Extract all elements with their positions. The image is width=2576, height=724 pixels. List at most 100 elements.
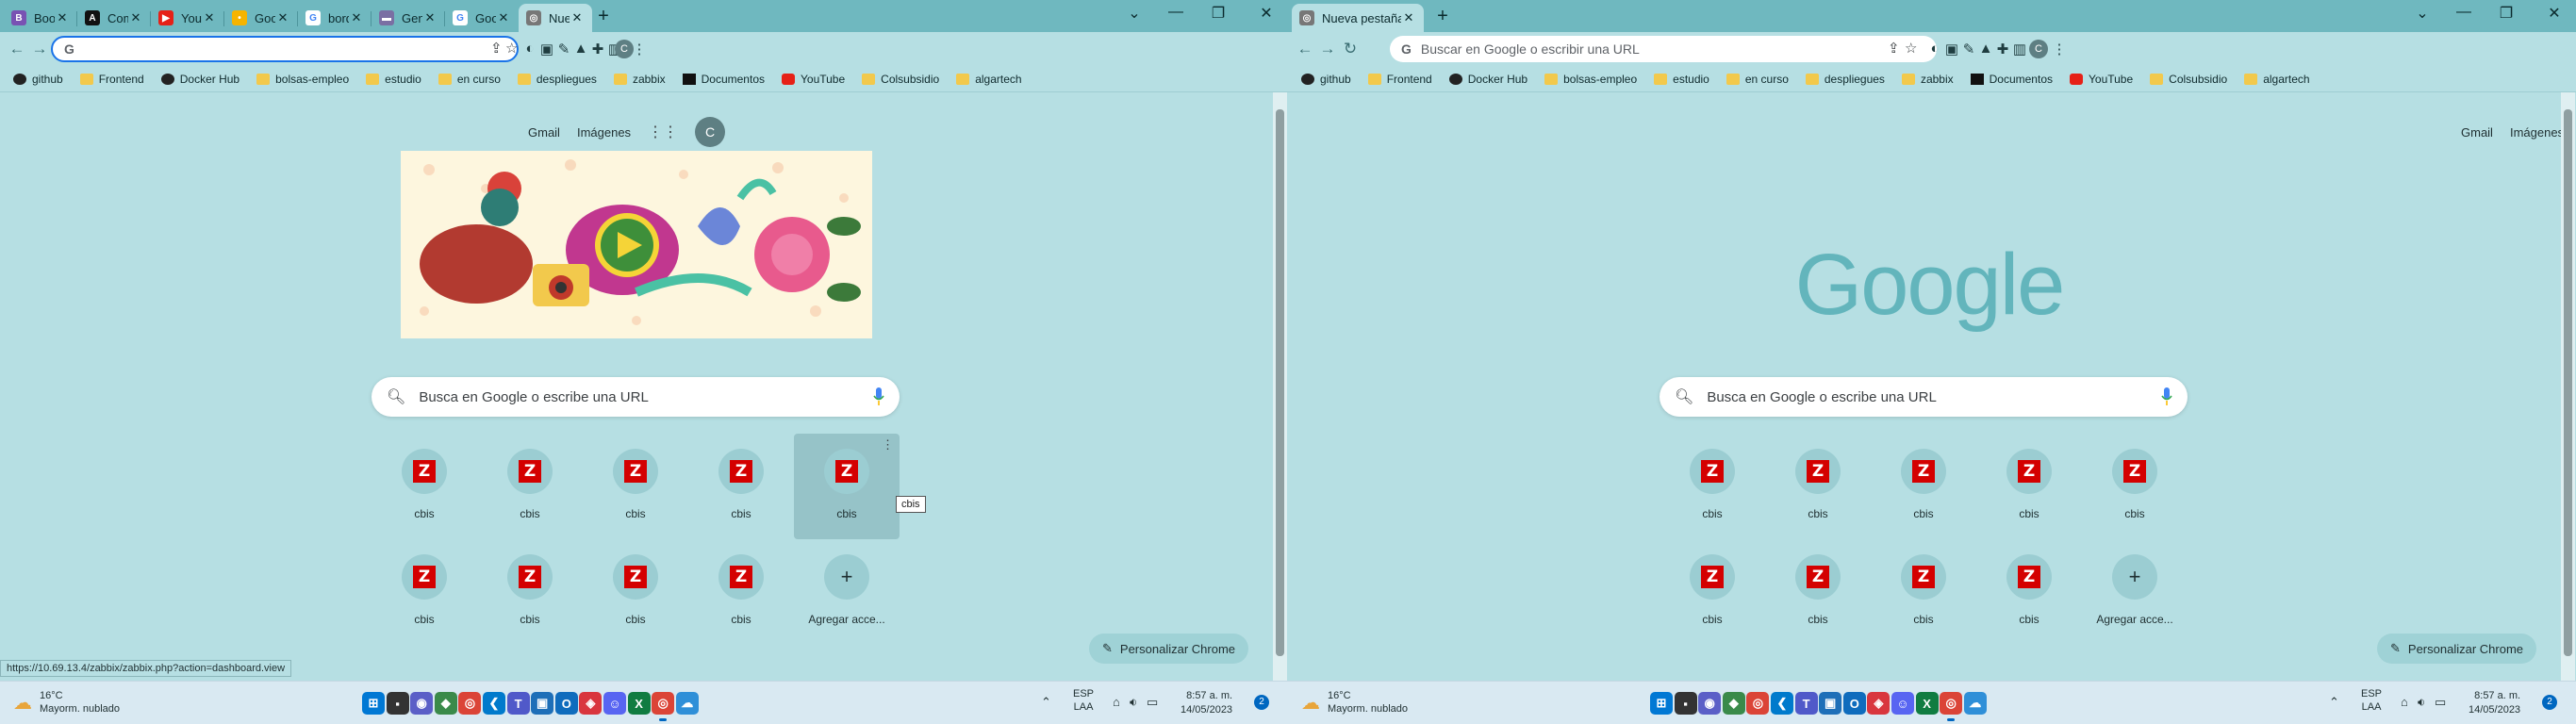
language-indicator[interactable]: ESP LAA	[2361, 687, 2382, 714]
shortcut-tile[interactable]: Zcbis	[372, 434, 477, 539]
customize-chrome-button[interactable]: ✎ Personalizar Chrome	[1089, 634, 1249, 664]
shortcut-menu-icon[interactable]: ⋮	[882, 437, 894, 452]
scrollbar-thumb[interactable]	[2564, 109, 2572, 656]
mic-icon[interactable]	[2161, 387, 2172, 406]
scrollbar[interactable]	[2561, 92, 2575, 681]
weather-app-icon[interactable]: ☁	[675, 692, 699, 715]
chrome-profile-icon[interactable]: ◎	[1940, 692, 1963, 721]
extensions-puzzle-icon[interactable]: ✚	[588, 41, 607, 58]
forward-icon[interactable]: →	[30, 40, 49, 58]
excel-icon[interactable]: X	[1915, 692, 1939, 715]
bookmark-item[interactable]: github	[13, 73, 63, 86]
file-explorer-icon[interactable]: ▪	[1674, 692, 1697, 715]
bookmark-item[interactable]: Frontend	[79, 73, 144, 86]
browser-tab[interactable]: B Bootstrap ico✕	[4, 4, 77, 32]
menu-kebab-icon[interactable]: ⋮	[630, 41, 649, 58]
notification-badge[interactable]: 2	[1254, 695, 1269, 710]
bookmark-star-icon[interactable]: ☆	[1905, 40, 1917, 57]
tab-close-icon[interactable]: ✕	[496, 10, 511, 25]
extension-1-icon[interactable]: ◐	[1925, 41, 1944, 57]
shortcut-tile[interactable]: Zcbis ⋮	[794, 434, 900, 539]
file-explorer-icon[interactable]: ▪	[386, 692, 409, 715]
gmail-link[interactable]: Gmail	[2461, 125, 2493, 140]
ntp-search-box[interactable]: 🔍︎ Busca en Google o escribe una URL	[372, 377, 900, 417]
tab-search-icon[interactable]: ⌄	[2403, 4, 2441, 23]
tab-close-icon[interactable]: ✕	[55, 10, 70, 25]
language-indicator[interactable]: ESP LAA	[1073, 687, 1094, 714]
minimize-icon[interactable]: —	[2445, 4, 2483, 21]
weather-widget[interactable]: ☁ 16°C Mayorm. nublado	[1301, 689, 1408, 716]
bookmark-item[interactable]: Docker Hub	[1448, 73, 1527, 86]
bookmark-item[interactable]: algartech	[2244, 73, 2310, 86]
add-shortcut[interactable]: + Agregar acce...	[794, 539, 900, 645]
new-tab-icon[interactable]: +	[592, 7, 615, 25]
tab-close-icon[interactable]: ✕	[349, 10, 364, 25]
browser-tab[interactable]: • Google Keep✕	[224, 4, 298, 32]
chrome-icon[interactable]: ◎	[1746, 692, 1770, 715]
shortcut-tile[interactable]: Zcbis	[372, 539, 477, 645]
windows-start-icon[interactable]: ⊞	[1650, 692, 1673, 715]
bookmark-item[interactable]: Colsubsidio	[862, 73, 939, 86]
images-link[interactable]: Imágenes	[2510, 125, 2564, 140]
images-link[interactable]: Imágenes	[577, 125, 631, 140]
bookmark-item[interactable]: estudio	[1654, 73, 1709, 86]
bookmark-item[interactable]: zabbix	[1901, 73, 1954, 86]
discord-icon[interactable]: ☺	[603, 692, 626, 715]
browser-tab[interactable]: ◎ Nueva pestañ✕	[519, 4, 592, 32]
windows-start-icon[interactable]: ⊞	[362, 692, 385, 715]
extension-3-icon[interactable]: ▲	[571, 41, 590, 57]
vscode-icon[interactable]: ❮	[1771, 692, 1793, 715]
maximize-icon[interactable]: ❐	[2487, 4, 2525, 23]
bookmark-item[interactable]: Colsubsidio	[2150, 73, 2227, 86]
browser-tab[interactable]: A Como Centrar✕	[77, 4, 151, 32]
battery-icon[interactable]: ▭	[2435, 695, 2446, 710]
teams-chat-icon[interactable]: ◉	[410, 692, 434, 715]
bookmark-item[interactable]: Documentos	[1970, 73, 2053, 86]
forward-icon[interactable]: →	[1318, 40, 1337, 58]
back-icon[interactable]: ←	[8, 40, 26, 58]
tab-close-icon[interactable]: ✕	[202, 10, 217, 25]
bookmark-item[interactable]: github	[1301, 73, 1351, 86]
bookmark-item[interactable]: bolsas-empleo	[256, 73, 349, 86]
gmail-link[interactable]: Gmail	[528, 125, 560, 140]
bookmark-item[interactable]: Docker Hub	[160, 73, 239, 86]
excel-icon[interactable]: X	[627, 692, 651, 715]
chrome-profile-icon[interactable]: ◎	[652, 692, 675, 721]
clock[interactable]: 8:57 a. m. 14/05/2023	[2469, 689, 2520, 717]
bookmark-item[interactable]: algartech	[956, 73, 1022, 86]
eyedropper-icon[interactable]: ✎	[1959, 41, 1978, 58]
extension-3-icon[interactable]: ▲	[1976, 41, 1995, 57]
discord-icon[interactable]: ☺	[1891, 692, 1914, 715]
side-panel-icon[interactable]: ▥	[2010, 41, 2029, 58]
eyedropper-icon[interactable]: ✎	[554, 41, 573, 58]
menu-kebab-icon[interactable]: ⋮	[2050, 41, 2069, 58]
tab-close-icon[interactable]: ✕	[128, 10, 143, 25]
bookmark-item[interactable]: zabbix	[613, 73, 666, 86]
bookmark-item[interactable]: Frontend	[1367, 73, 1432, 86]
outlook-icon[interactable]: O	[1842, 692, 1866, 715]
vpn-icon[interactable]: ▣	[1819, 692, 1842, 715]
teams-icon[interactable]: T	[506, 692, 530, 715]
browser-tab[interactable]: ◎ Nueva pestaña ✕	[1292, 4, 1424, 32]
omnibox[interactable]: G Buscar en Google o escribir una URL	[1390, 36, 1937, 62]
bookmark-item[interactable]: estudio	[366, 73, 421, 86]
battery-icon[interactable]: ▭	[1147, 695, 1158, 710]
shortcut-tile[interactable]: Zcbis	[1660, 434, 1765, 539]
customize-chrome-button[interactable]: ✎ Personalizar Chrome	[2377, 634, 2537, 664]
shortcut-tile[interactable]: Zcbis	[1660, 539, 1765, 645]
shortcut-tile[interactable]: Zcbis	[1976, 434, 2082, 539]
bookmark-star-icon[interactable]: ☆	[505, 40, 518, 57]
add-shortcut[interactable]: + Agregar acce...	[2082, 539, 2188, 645]
edge-dev-icon[interactable]: ◆	[1722, 692, 1745, 715]
apps-grid-icon[interactable]: ⋮⋮	[648, 123, 678, 141]
shortcut-tile[interactable]: Zcbis	[688, 434, 794, 539]
network-icon[interactable]: ⌂	[2401, 695, 2408, 709]
bookmark-item[interactable]: YouTube	[782, 73, 845, 86]
shortcut-tile[interactable]: Zcbis	[1765, 434, 1871, 539]
tab-close-icon[interactable]: ✕	[275, 10, 290, 25]
close-window-icon[interactable]: ✕	[1247, 4, 1285, 23]
browser-tab[interactable]: ▶ YouTube✕	[151, 4, 224, 32]
google-doodle[interactable]	[401, 151, 872, 338]
chrome-icon[interactable]: ◎	[458, 692, 482, 715]
vscode-icon[interactable]: ❮	[483, 692, 505, 715]
